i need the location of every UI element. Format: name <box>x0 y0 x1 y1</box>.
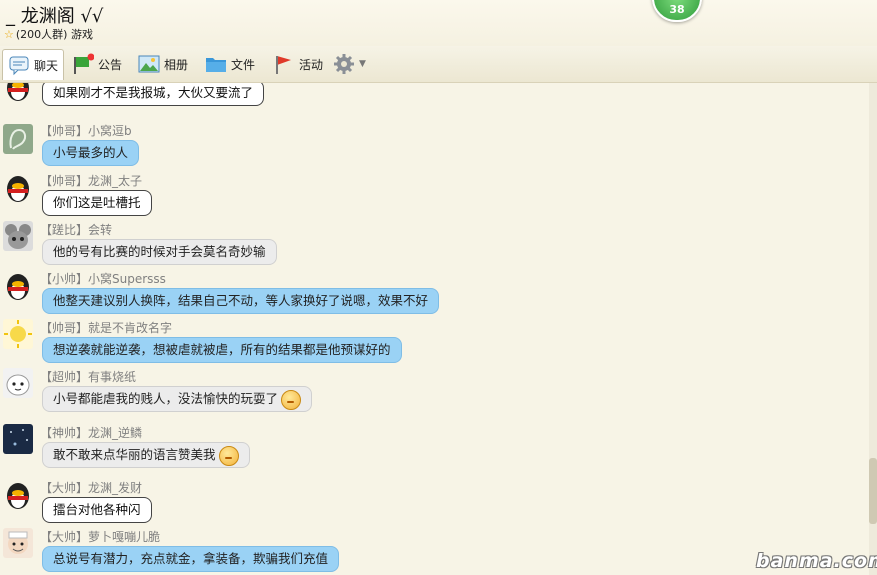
avatar[interactable] <box>3 124 33 154</box>
sender-name: 【帅哥】龙渊_太子 <box>40 174 143 188</box>
album-image-icon <box>138 53 160 75</box>
sender-name: 【蹉比】会转 <box>40 223 113 237</box>
tab-chat-label: 聊天 <box>34 58 59 73</box>
chat-message-area[interactable]: 如果刚才不是我报城，大伙又要流了 【帅哥】小窝逗b 小号最多的人 【帅哥】龙渊_… <box>0 83 869 575</box>
group-subtitle-text: (200人群) 游戏 <box>15 28 93 41</box>
sender-name: 【神帅】龙渊_逆鳞 <box>40 426 143 440</box>
message-bubble[interactable]: 你们这是吐槽托 <box>42 190 152 216</box>
notification-badge[interactable]: 38 <box>652 0 702 22</box>
tab-activity-label: 活动 <box>299 57 324 72</box>
avatar[interactable] <box>3 368 33 398</box>
avatar[interactable] <box>3 221 33 251</box>
avatar[interactable] <box>3 424 33 454</box>
tab-activity[interactable]: 活动 <box>273 49 323 79</box>
tab-notice[interactable]: 公告 <box>72 49 122 79</box>
message-text: 敢不敢来点华丽的语言赞美我 <box>53 447 216 462</box>
group-header: _ 龙渊阁 √√ ☆ (200人群) 游戏 38 <box>0 0 877 46</box>
sender-name: 【大帅】龙渊_发财 <box>40 481 143 495</box>
avatar[interactable] <box>3 319 33 349</box>
avatar[interactable] <box>3 528 33 558</box>
message-bubble[interactable]: 敢不敢来点华丽的语言赞美我 <box>42 442 250 468</box>
sender-name: 【大帅】萝卜嘎嘣儿脆 <box>40 530 161 544</box>
chat-bubble-icon <box>8 54 30 76</box>
tab-chat[interactable]: 聊天 <box>2 49 65 80</box>
message-text: 小号都能虐我的贱人，没法愉快的玩耍了 <box>53 391 279 406</box>
avatar[interactable] <box>3 83 33 101</box>
tab-notice-label: 公告 <box>98 57 123 72</box>
smiley-emoji-icon <box>218 445 239 466</box>
message-bubble[interactable]: 他整天建议别人换阵，结果自己不动，等人家换好了说嗯，效果不好 <box>42 288 440 314</box>
message-bubble[interactable]: 总说号有潜力，充点就金，拿装备，欺骗我们充值 <box>42 546 340 572</box>
message-bubble[interactable]: 他的号有比赛的时候对手会莫名奇妙输 <box>42 239 277 265</box>
tab-files-label: 文件 <box>231 57 256 72</box>
sender-name: 【超帅】有事烧纸 <box>40 370 137 384</box>
avatar[interactable] <box>3 479 33 509</box>
sender-name: 【小帅】小窝Supersss <box>40 272 166 286</box>
tab-files[interactable]: 文件 <box>205 49 255 79</box>
sender-name: 【帅哥】小窝逗b <box>40 124 132 138</box>
avatar[interactable] <box>3 172 33 202</box>
tab-album[interactable]: 相册 <box>138 49 188 79</box>
sender-name: 【帅哥】就是不肯改名字 <box>40 321 173 335</box>
smiley-emoji-icon <box>281 389 302 410</box>
group-subtitle: ☆ (200人群) 游戏 <box>4 26 93 42</box>
star-icon: ☆ <box>4 28 14 41</box>
settings-dropdown[interactable]: ▼ <box>333 49 366 79</box>
activity-flag-icon <box>273 53 295 75</box>
avatar[interactable] <box>3 270 33 300</box>
message-bubble[interactable]: 如果刚才不是我报城，大伙又要流了 <box>42 83 265 106</box>
chevron-down-icon: ▼ <box>359 59 366 69</box>
group-title: _ 龙渊阁 √√ <box>6 6 104 27</box>
notice-flag-icon <box>72 53 95 75</box>
message-bubble[interactable]: 小号都能虐我的贱人，没法愉快的玩耍了 <box>42 386 313 412</box>
folder-icon <box>205 53 227 75</box>
tab-album-label: 相册 <box>164 57 189 72</box>
toolbar: 聊天 公告 相册 文件 活动 ▼ <box>0 46 877 83</box>
message-bubble[interactable]: 小号最多的人 <box>42 140 140 166</box>
message-bubble[interactable]: 想逆袭就能逆袭，想被虐就被虐，所有的结果都是他预谋好的 <box>42 337 402 363</box>
watermark: banma.com <box>756 550 877 572</box>
chat-scrollbar-thumb[interactable] <box>869 458 877 524</box>
gear-icon <box>333 53 355 75</box>
message-bubble[interactable]: 擂台对他各种闪 <box>42 497 152 523</box>
